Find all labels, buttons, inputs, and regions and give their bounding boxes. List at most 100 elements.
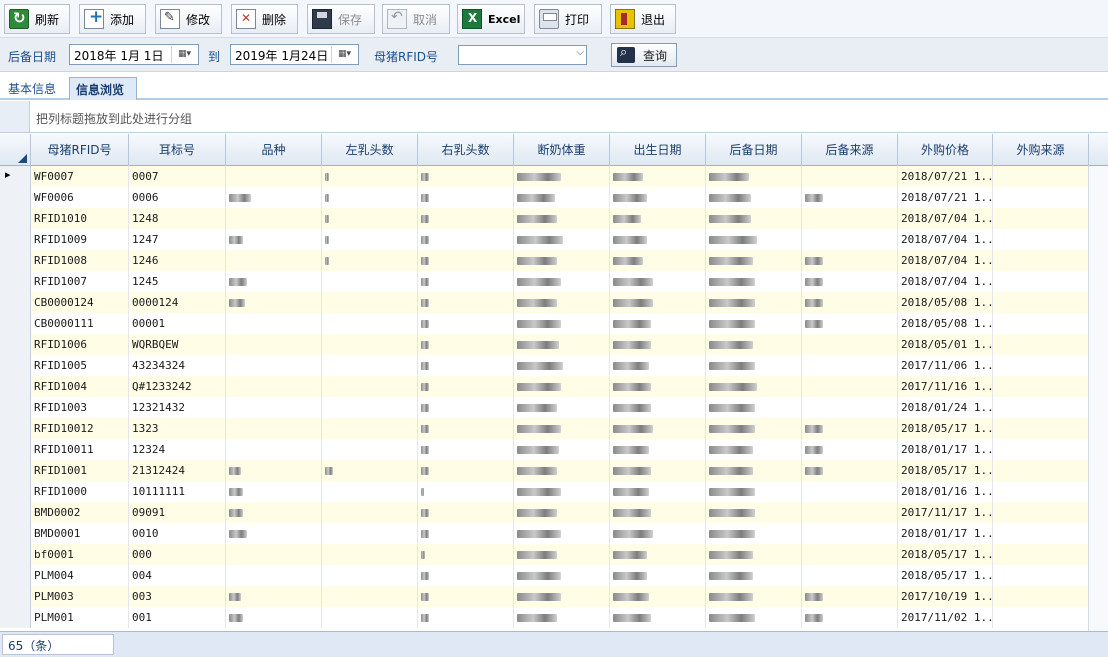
cell-rfid[interactable]: RFID1001 [31, 460, 129, 481]
cell-ear-tag[interactable]: 1248 [129, 208, 226, 229]
exit-button[interactable]: 退出 [610, 4, 676, 34]
add-button[interactable]: 添加 [79, 4, 146, 34]
cell-rfid[interactable]: BMD0001 [31, 523, 129, 544]
cell-breed[interactable] [226, 187, 322, 208]
cell-reserve-date[interactable] [706, 460, 802, 481]
cell-rfid[interactable]: RFID1003 [31, 397, 129, 418]
cell-rfid[interactable]: WF0006 [31, 187, 129, 208]
cell-right-teats[interactable] [418, 313, 514, 334]
cell-ear-tag[interactable]: 12324 [129, 439, 226, 460]
cell-reserve-date[interactable] [706, 187, 802, 208]
cell-weaning-weight[interactable] [514, 292, 610, 313]
cell-weaning-weight[interactable] [514, 565, 610, 586]
cell-left-teats[interactable] [322, 334, 418, 355]
table-row[interactable]: RFID1004 Q#1233242 2017/11/16 1... [0, 376, 1108, 397]
row-indicator[interactable] [0, 523, 31, 544]
cell-reserve-date[interactable] [706, 607, 802, 628]
save-button[interactable]: 保存 [307, 4, 375, 34]
cell-weaning-weight[interactable] [514, 586, 610, 607]
cell-birth-date[interactable] [610, 607, 706, 628]
cell-rfid[interactable]: RFID10011 [31, 439, 129, 460]
row-indicator[interactable] [0, 313, 31, 334]
cell-weaning-weight[interactable] [514, 607, 610, 628]
cell-purchase-source[interactable] [993, 166, 1089, 187]
table-row[interactable]: RFID1003 12321432 2018/01/24 1... [0, 397, 1108, 418]
cell-reserve-date[interactable] [706, 166, 802, 187]
cell-purchase-price[interactable]: 2018/07/21 1... [898, 187, 993, 208]
cell-right-teats[interactable] [418, 166, 514, 187]
cell-breed[interactable] [226, 376, 322, 397]
table-row[interactable]: PLM004 004 2018/05/17 1... [0, 565, 1108, 586]
cell-rfid[interactable]: BMD0002 [31, 502, 129, 523]
cell-reserve-source[interactable] [802, 523, 898, 544]
table-row[interactable]: RFID1009 1247 2018/07/04 1... [0, 229, 1108, 250]
cell-purchase-source[interactable] [993, 271, 1089, 292]
cell-right-teats[interactable] [418, 292, 514, 313]
cell-purchase-price[interactable]: 2017/11/16 1... [898, 376, 993, 397]
cell-rfid[interactable]: CB0000111 [31, 313, 129, 334]
cell-birth-date[interactable] [610, 334, 706, 355]
cell-ear-tag[interactable]: 0010 [129, 523, 226, 544]
chevron-down-icon[interactable]: ⌵ [576, 47, 584, 58]
cell-reserve-source[interactable] [802, 229, 898, 250]
select-all-corner[interactable] [0, 134, 31, 166]
cell-birth-date[interactable] [610, 208, 706, 229]
cell-weaning-weight[interactable] [514, 229, 610, 250]
cell-purchase-price[interactable]: 2017/11/17 1... [898, 502, 993, 523]
cell-rfid[interactable]: RFID1005 [31, 355, 129, 376]
cell-reserve-source[interactable] [802, 376, 898, 397]
cell-weaning-weight[interactable] [514, 439, 610, 460]
cell-reserve-source[interactable] [802, 544, 898, 565]
cell-reserve-date[interactable] [706, 586, 802, 607]
row-indicator[interactable] [0, 418, 31, 439]
cell-purchase-source[interactable] [993, 292, 1089, 313]
cell-reserve-source[interactable] [802, 271, 898, 292]
cancel-button[interactable]: 取消 [382, 4, 450, 34]
cell-purchase-price[interactable]: 2018/05/17 1... [898, 418, 993, 439]
cell-weaning-weight[interactable] [514, 166, 610, 187]
cell-breed[interactable] [226, 334, 322, 355]
cell-reserve-source[interactable] [802, 439, 898, 460]
cell-purchase-source[interactable] [993, 439, 1089, 460]
column-header-reserve-date[interactable]: 后备日期 [706, 134, 802, 166]
cell-breed[interactable] [226, 565, 322, 586]
cell-purchase-source[interactable] [993, 355, 1089, 376]
cell-ear-tag[interactable]: 1247 [129, 229, 226, 250]
refresh-button[interactable]: 刷新 [4, 4, 70, 34]
table-row[interactable]: WF0006 0006 2018/07/21 1... [0, 187, 1108, 208]
cell-reserve-date[interactable] [706, 355, 802, 376]
cell-reserve-source[interactable] [802, 586, 898, 607]
table-row[interactable]: RFID1005 43234324 2017/11/06 1... [0, 355, 1108, 376]
cell-ear-tag[interactable]: 12321432 [129, 397, 226, 418]
cell-left-teats[interactable] [322, 166, 418, 187]
cell-left-teats[interactable] [322, 292, 418, 313]
cell-breed[interactable] [226, 250, 322, 271]
table-row[interactable]: BMD0002 09091 2017/11/17 1... [0, 502, 1108, 523]
cell-ear-tag[interactable]: 1246 [129, 250, 226, 271]
cell-reserve-source[interactable] [802, 166, 898, 187]
cell-rfid[interactable]: PLM003 [31, 586, 129, 607]
cell-rfid[interactable]: RFID1000 [31, 481, 129, 502]
cell-purchase-source[interactable] [993, 418, 1089, 439]
cell-right-teats[interactable] [418, 187, 514, 208]
cell-purchase-source[interactable] [993, 523, 1089, 544]
cell-breed[interactable] [226, 229, 322, 250]
row-indicator[interactable] [0, 208, 31, 229]
cell-purchase-price[interactable]: 2018/01/24 1... [898, 397, 993, 418]
cell-reserve-date[interactable] [706, 229, 802, 250]
excel-button[interactable]: Excel [457, 4, 525, 34]
row-indicator[interactable] [0, 397, 31, 418]
cell-weaning-weight[interactable] [514, 418, 610, 439]
cell-birth-date[interactable] [610, 586, 706, 607]
tab-browse-info[interactable]: 信息浏览 [69, 77, 137, 100]
cell-right-teats[interactable] [418, 586, 514, 607]
cell-reserve-source[interactable] [802, 418, 898, 439]
cell-left-teats[interactable] [322, 250, 418, 271]
cell-reserve-source[interactable] [802, 481, 898, 502]
cell-ear-tag[interactable]: 001 [129, 607, 226, 628]
cell-purchase-price[interactable]: 2017/10/19 1... [898, 586, 993, 607]
cell-left-teats[interactable] [322, 439, 418, 460]
print-button[interactable]: 打印 [534, 4, 602, 34]
cell-purchase-price[interactable]: 2018/07/04 1... [898, 271, 993, 292]
row-indicator[interactable] [0, 250, 31, 271]
